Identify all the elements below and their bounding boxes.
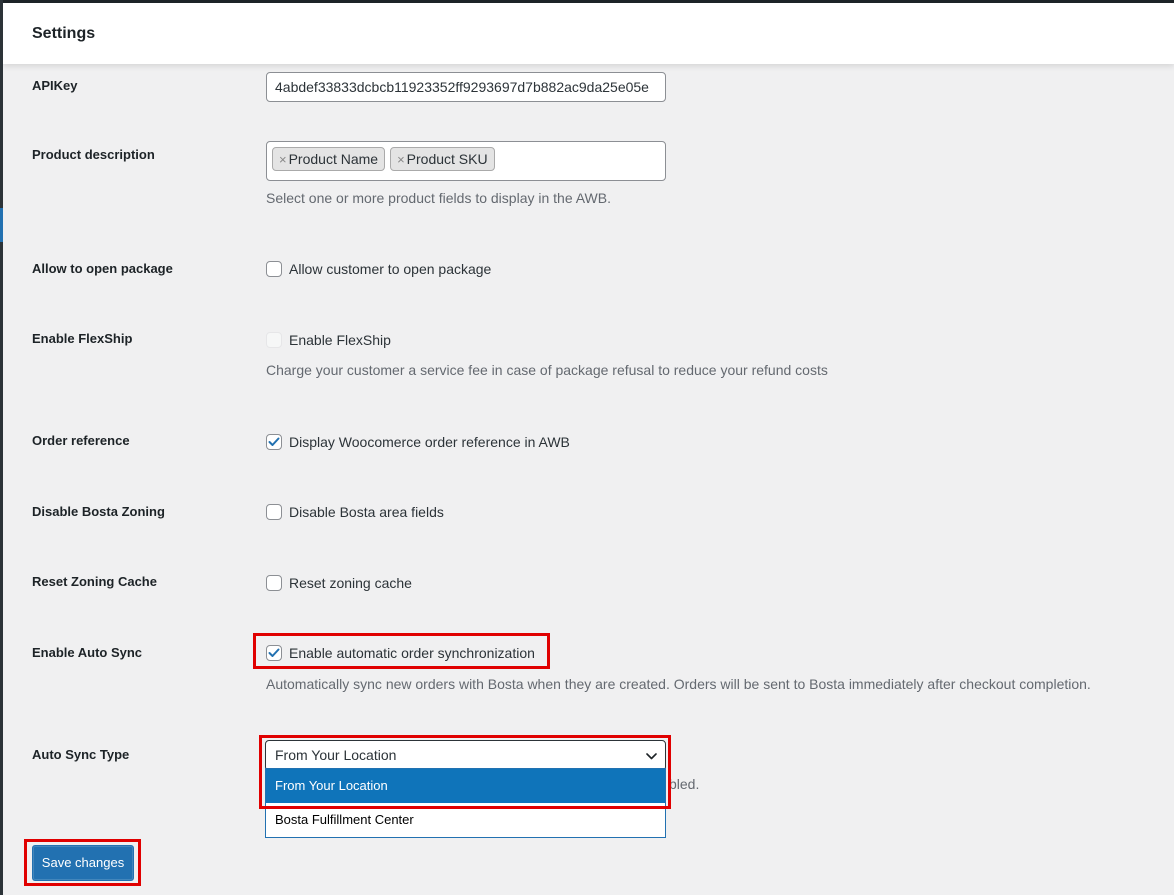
save-changes-button[interactable]: Save changes bbox=[32, 845, 134, 881]
checkmark-icon bbox=[268, 648, 280, 657]
settings-header: Settings bbox=[3, 3, 1174, 64]
tag-label: Product Name bbox=[288, 151, 379, 167]
allow-open-package-label: Allow to open package bbox=[32, 261, 173, 276]
enable-auto-sync-checkbox[interactable] bbox=[266, 645, 282, 661]
product-description-help: Select one or more product fields to dis… bbox=[266, 190, 611, 206]
order-reference-checkbox[interactable] bbox=[266, 434, 282, 450]
api-key-label: APIKey bbox=[32, 78, 78, 93]
tag-product-sku[interactable]: × Product SKU bbox=[390, 147, 495, 171]
page-title: Settings bbox=[32, 25, 96, 42]
option-bosta-fulfillment-center[interactable]: Bosta Fulfillment Center bbox=[266, 803, 665, 837]
auto-sync-type-help-fragment: bled. bbox=[669, 776, 700, 792]
disable-bosta-zoning-checkbox[interactable] bbox=[266, 504, 282, 520]
checkmark-icon bbox=[268, 437, 280, 446]
enable-auto-sync-checkbox-label[interactable]: Enable automatic order synchronization bbox=[289, 643, 535, 663]
top-admin-bar bbox=[0, 0, 1174, 3]
chevron-down-icon bbox=[646, 753, 657, 760]
allow-open-package-checkbox-label[interactable]: Allow customer to open package bbox=[289, 259, 491, 279]
order-reference-checkbox-label[interactable]: Display Woocomerce order reference in AW… bbox=[289, 432, 570, 452]
reset-zoning-cache-label: Reset Zoning Cache bbox=[32, 574, 157, 589]
auto-sync-type-label: Auto Sync Type bbox=[32, 747, 130, 762]
product-description-label: Product description bbox=[32, 147, 155, 162]
enable-flexship-label: Enable FlexShip bbox=[32, 331, 133, 346]
api-key-input[interactable] bbox=[266, 72, 666, 102]
enable-flexship-help: Charge your customer a service fee in ca… bbox=[266, 362, 828, 378]
reset-zoning-cache-checkbox[interactable] bbox=[266, 575, 282, 591]
allow-open-package-checkbox[interactable] bbox=[266, 261, 282, 277]
tag-product-name[interactable]: × Product Name bbox=[272, 147, 386, 171]
disable-bosta-zoning-checkbox-label[interactable]: Disable Bosta area fields bbox=[289, 502, 444, 522]
enable-auto-sync-label: Enable Auto Sync bbox=[32, 645, 143, 660]
enable-flexship-checkbox[interactable] bbox=[266, 332, 282, 348]
remove-tag-button[interactable]: × bbox=[279, 152, 287, 167]
order-reference-label: Order reference bbox=[32, 433, 130, 448]
tag-label: Product SKU bbox=[406, 151, 488, 167]
enable-auto-sync-help: Automatically sync new orders with Bosta… bbox=[266, 676, 1091, 692]
disable-bosta-zoning-label: Disable Bosta Zoning bbox=[32, 504, 165, 519]
remove-tag-button[interactable]: × bbox=[397, 152, 405, 167]
auto-sync-type-dropdown-list: From Your Location Bosta Fulfillment Cen… bbox=[265, 768, 666, 838]
reset-zoning-cache-checkbox-label[interactable]: Reset zoning cache bbox=[289, 573, 412, 593]
admin-menu-edge bbox=[0, 0, 3, 895]
product-description-multiselect[interactable]: × Product Name × Product SKU bbox=[266, 141, 666, 181]
enable-flexship-checkbox-label[interactable]: Enable FlexShip bbox=[289, 330, 391, 350]
admin-menu-active-indicator bbox=[0, 208, 3, 242]
auto-sync-type-select[interactable]: From Your Location bbox=[265, 740, 666, 771]
auto-sync-type-selected-value: From Your Location bbox=[275, 747, 397, 763]
option-from-your-location[interactable]: From Your Location bbox=[266, 769, 665, 803]
